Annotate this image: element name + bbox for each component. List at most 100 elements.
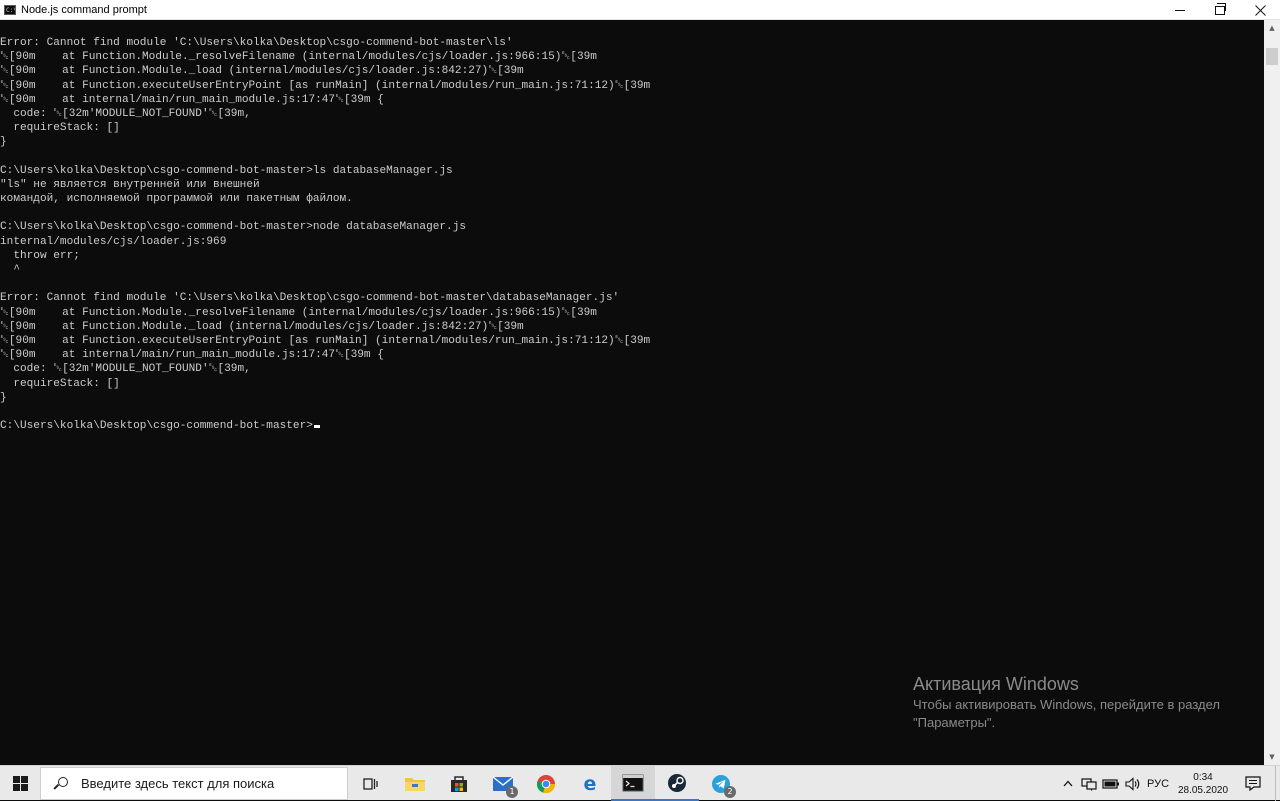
input-language-indicator[interactable]: РУС [1144, 766, 1172, 801]
clock-time: 0:34 [1193, 771, 1213, 783]
scroll-up-arrow-icon[interactable]: ▲ [1264, 20, 1280, 36]
scrollbar-thumb[interactable] [1266, 48, 1278, 65]
console-line: "ls" не является внутренней или внешней [0, 178, 650, 192]
start-button[interactable] [0, 766, 40, 801]
restore-button[interactable] [1200, 0, 1240, 20]
console-line: ␛[90m at internal/main/run_main_module.j… [0, 348, 650, 362]
chrome-icon [536, 774, 556, 793]
console-line-text: командой, исполняемой программой или пак… [0, 193, 353, 206]
close-icon [1254, 4, 1266, 16]
watermark-line-1: Чтобы активировать Windows, перейдите в … [913, 697, 1220, 712]
activation-watermark: Активация Windows Чтобы активировать Win… [913, 672, 1220, 732]
taskbar: 1 e [0, 765, 1280, 801]
minimize-button[interactable] [1160, 0, 1200, 20]
console-line: Error: Cannot find module 'C:\Users\kolk… [0, 291, 650, 305]
console-line: code: ␛[32m'MODULE_NOT_FOUND'␛[39m, [0, 362, 650, 376]
watermark-title: Активация Windows [913, 674, 1079, 694]
console-line-text: ␛[90m at Function.Module._resolveFilenam… [0, 306, 597, 319]
console-line-text: code: ␛[32m'MODULE_NOT_FOUND'␛[39m, [0, 363, 251, 376]
speaker-icon [1125, 776, 1140, 791]
console-line-text: ␛[90m at Function.Module._load (internal… [0, 320, 524, 333]
store-icon [451, 775, 467, 792]
window-titlebar[interactable]: C:\ Node.js command prompt [0, 0, 1280, 20]
network-icon [1081, 777, 1097, 790]
chrome-button[interactable] [524, 766, 568, 801]
console-line: C:\Users\kolka\Desktop\csgo-commend-bot-… [0, 419, 650, 433]
console-line-text: ␛[90m at Function.executeUserEntryPoint … [0, 79, 651, 92]
console-line-text: requireStack: [] [0, 377, 120, 390]
console-app-icon: C:\ [4, 4, 16, 15]
battery-icon [1102, 778, 1119, 789]
edge-icon: e [584, 774, 597, 794]
console-line: ␛[90m at Function.Module._resolveFilenam… [0, 50, 650, 64]
console-line: ␛[90m at Function.Module._load (internal… [0, 64, 650, 78]
console-line-text: ␛[90m at Function.executeUserEntryPoint … [0, 334, 651, 347]
console-line: throw err; [0, 249, 650, 263]
console-line-text: ␛[90m at internal/main/run_main_module.j… [0, 349, 384, 362]
console-scrollbar[interactable]: ▲ ▼ [1264, 20, 1280, 765]
console-line: C:\Users\kolka\Desktop\csgo-commend-bot-… [0, 164, 650, 178]
console-line: командой, исполняемой программой или пак… [0, 192, 650, 206]
close-button[interactable] [1240, 0, 1280, 20]
task-view-icon [363, 777, 378, 790]
volume-button[interactable] [1122, 766, 1144, 801]
console-line: internal/modules/cjs/loader.js:969 [0, 235, 650, 249]
console-lines: Error: Cannot find module 'C:\Users\kolk… [0, 36, 650, 433]
console-line: ␛[90m at Function.executeUserEntryPoint … [0, 334, 650, 348]
task-view-button[interactable] [348, 766, 392, 801]
node-command-prompt-button[interactable] [611, 766, 655, 801]
console-line: Error: Cannot find module 'C:\Users\kolk… [0, 36, 650, 50]
search-icon [54, 776, 68, 791]
console-line: ␛[90m at Function.executeUserEntryPoint … [0, 79, 650, 93]
console-line: C:\Users\kolka\Desktop\csgo-commend-bot-… [0, 220, 650, 234]
watermark-line-2: "Параметры". [913, 715, 996, 730]
console-line-text: Error: Cannot find module 'C:\Users\kolk… [0, 37, 513, 49]
console-line-text: C:\Users\kolka\Desktop\csgo-commend-bot-… [0, 221, 467, 234]
console-line-text: ␛[90m at Function.Module._load (internal… [0, 65, 524, 78]
edge-button[interactable]: e [568, 766, 612, 801]
mail-button[interactable]: 1 [481, 766, 525, 801]
console-line-text: internal/modules/cjs/loader.js:969 [0, 235, 227, 248]
console-line-text: } [0, 391, 7, 404]
folder-icon [405, 777, 425, 791]
console-output[interactable]: Error: Cannot find module 'C:\Users\kolk… [0, 20, 1264, 765]
console-line-text: ␛[90m at internal/main/run_main_module.j… [0, 93, 384, 106]
steam-button[interactable] [655, 766, 699, 801]
console-line-text: ␛[90m at Function.Module._resolveFilenam… [0, 51, 597, 64]
windows-logo-icon [12, 776, 28, 791]
console-line-text: "ls" не является внутренней или внешней [0, 178, 260, 191]
svg-text:e: e [584, 774, 597, 794]
network-button[interactable] [1078, 766, 1100, 801]
scroll-down-arrow-icon[interactable]: ▼ [1264, 749, 1280, 765]
steam-icon [668, 773, 686, 792]
taskbar-search-input[interactable] [79, 775, 343, 792]
clock-date: 28.05.2020 [1177, 784, 1229, 796]
show-desktop-button[interactable] [1275, 766, 1280, 801]
console-line: } [0, 135, 650, 149]
taskbar-clock[interactable]: 0:34 28.05.2020 [1170, 766, 1236, 801]
console-line-text: throw err; [0, 249, 80, 262]
console-line-text: } [0, 136, 7, 149]
file-explorer-button[interactable] [393, 766, 437, 801]
chevron-up-icon [1063, 780, 1073, 787]
battery-button[interactable] [1100, 766, 1122, 801]
store-button[interactable] [437, 766, 481, 801]
system-tray: РУС [1058, 766, 1172, 801]
telegram-button[interactable]: 2 [699, 766, 743, 801]
console-line: ^ [0, 263, 650, 277]
telegram-badge: 2 [724, 786, 736, 798]
console-line-text: requireStack: [] [0, 122, 120, 135]
taskbar-search-box[interactable] [40, 767, 348, 800]
text-cursor [313, 425, 320, 429]
show-hidden-icons-button[interactable] [1058, 766, 1078, 801]
action-center-button[interactable] [1238, 766, 1268, 801]
console-line: ␛[90m at Function.Module._resolveFilenam… [0, 306, 650, 320]
console-line-text: ^ [0, 264, 20, 276]
console-line: ␛[90m at Function.Module._load (internal… [0, 320, 650, 334]
console-line: requireStack: [] [0, 377, 650, 391]
console-line-text: code: ␛[32m'MODULE_NOT_FOUND'␛[39m, [0, 107, 251, 120]
